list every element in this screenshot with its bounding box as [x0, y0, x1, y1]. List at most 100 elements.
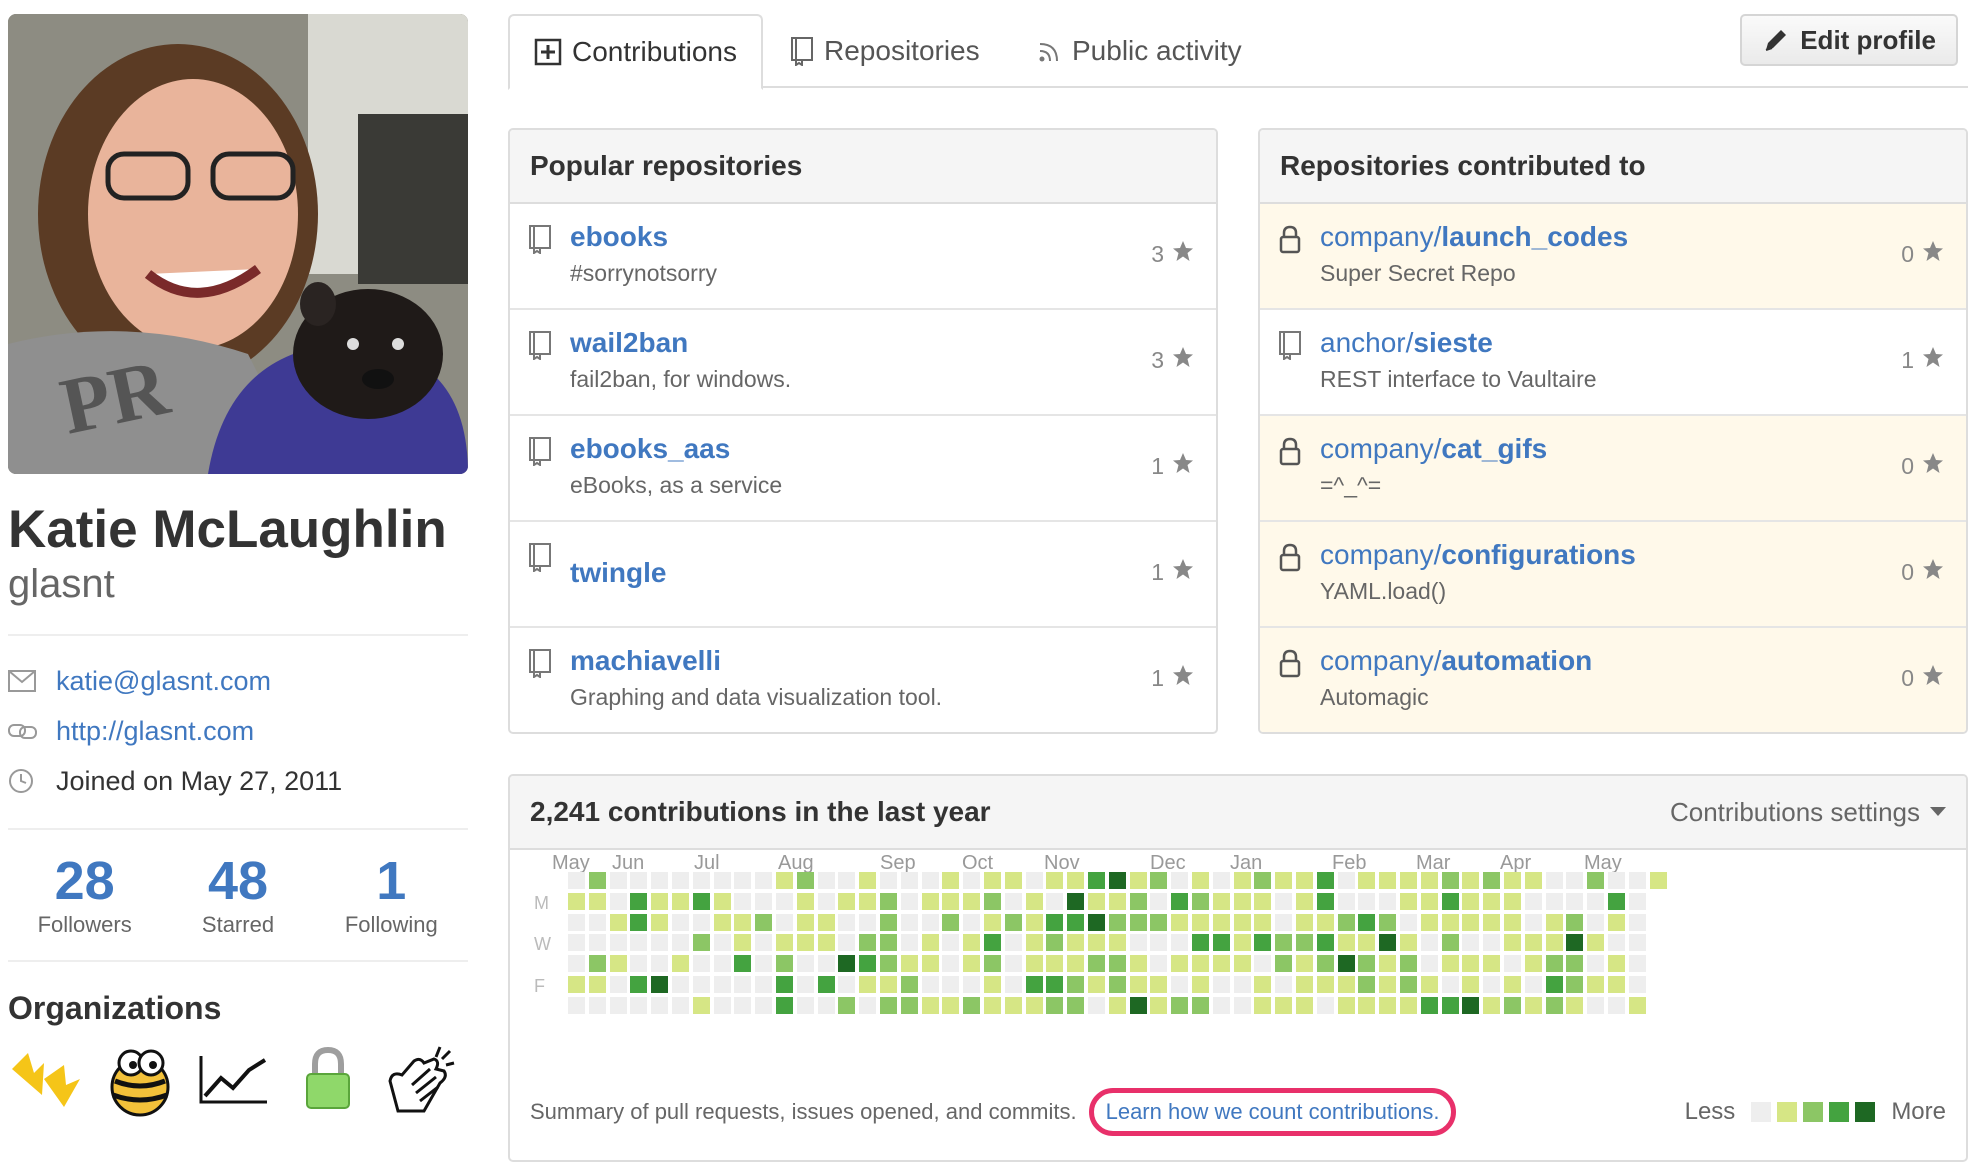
- calendar-day[interactable]: [1587, 955, 1605, 973]
- calendar-day[interactable]: [1108, 892, 1126, 910]
- calendar-day[interactable]: [1587, 872, 1605, 889]
- calendar-day[interactable]: [1046, 934, 1064, 952]
- calendar-day[interactable]: [1462, 976, 1480, 993]
- chart-icon[interactable]: [196, 1041, 272, 1117]
- calendar-day[interactable]: [1046, 955, 1064, 973]
- calendar-day[interactable]: [609, 934, 627, 952]
- calendar-day[interactable]: [734, 955, 752, 973]
- calendar-day[interactable]: [776, 955, 793, 973]
- calendar-day[interactable]: [1358, 955, 1376, 973]
- calendar-day[interactable]: [880, 892, 897, 910]
- calendar-day[interactable]: [1316, 934, 1334, 952]
- calendar-day[interactable]: [1296, 955, 1313, 973]
- calendar-day[interactable]: [1545, 892, 1563, 910]
- calendar-day[interactable]: [755, 976, 773, 993]
- calendar-day[interactable]: [1088, 955, 1105, 973]
- calendar-day[interactable]: [838, 872, 856, 889]
- calendar-day[interactable]: [1004, 955, 1022, 973]
- calendar-day[interactable]: [1337, 934, 1355, 952]
- calendar-day[interactable]: [1296, 872, 1313, 889]
- calendar-day[interactable]: [1233, 934, 1251, 952]
- calendar-day[interactable]: [1212, 955, 1230, 973]
- calendar-day[interactable]: [880, 872, 897, 889]
- calendar-day[interactable]: [1254, 976, 1272, 993]
- calendar-day[interactable]: [963, 934, 981, 952]
- calendar-day[interactable]: [776, 976, 793, 993]
- calendar-day[interactable]: [1608, 892, 1625, 910]
- learn-contributions-link[interactable]: Learn how we count contributions.: [1088, 1088, 1457, 1136]
- calendar-day[interactable]: [1420, 955, 1438, 973]
- calendar-day[interactable]: [651, 996, 669, 1014]
- calendar-day[interactable]: [1316, 996, 1334, 1014]
- calendar-day[interactable]: [1379, 955, 1397, 973]
- calendar-day[interactable]: [1316, 892, 1334, 910]
- tab-repositories[interactable]: Repositories: [790, 14, 980, 88]
- calendar-day[interactable]: [1483, 934, 1501, 952]
- calendar-day[interactable]: [692, 913, 710, 931]
- calendar-day[interactable]: [1129, 955, 1147, 973]
- calendar-day[interactable]: [1254, 892, 1272, 910]
- calendar-day[interactable]: [588, 934, 606, 952]
- calendar-day[interactable]: [1192, 976, 1209, 993]
- calendar-day[interactable]: [1254, 934, 1272, 952]
- calendar-day[interactable]: [1192, 955, 1209, 973]
- calendar-day[interactable]: [672, 913, 689, 931]
- calendar-day[interactable]: [1129, 976, 1147, 993]
- calendar-day[interactable]: [1483, 996, 1501, 1014]
- repo-stars[interactable]: 0: [1901, 240, 1944, 268]
- repo-stars[interactable]: 1: [1901, 346, 1944, 374]
- calendar-day[interactable]: [1462, 892, 1480, 910]
- calendar-day[interactable]: [1379, 976, 1397, 993]
- calendar-day[interactable]: [1628, 996, 1646, 1014]
- calendar-day[interactable]: [984, 976, 1001, 993]
- calendar-day[interactable]: [796, 934, 814, 952]
- repo-stars[interactable]: 0: [1901, 558, 1944, 586]
- calendar-day[interactable]: [817, 996, 835, 1014]
- calendar-day[interactable]: [755, 892, 773, 910]
- calendar-day[interactable]: [1379, 996, 1397, 1014]
- calendar-day[interactable]: [651, 934, 669, 952]
- repo-stars[interactable]: 1: [1151, 452, 1194, 480]
- calendar-day[interactable]: [672, 976, 689, 993]
- calendar-day[interactable]: [1524, 872, 1542, 889]
- calendar-day[interactable]: [1296, 996, 1313, 1014]
- repo-link[interactable]: ebooks: [570, 221, 668, 252]
- calendar-day[interactable]: [1441, 996, 1459, 1014]
- calendar-day[interactable]: [1088, 934, 1105, 952]
- calendar-day[interactable]: [713, 976, 731, 993]
- calendar-day[interactable]: [776, 996, 793, 1014]
- calendar-day[interactable]: [817, 892, 835, 910]
- calendar-day[interactable]: [1628, 913, 1646, 931]
- calendar-day[interactable]: [672, 892, 689, 910]
- calendar-day[interactable]: [609, 955, 627, 973]
- calendar-day[interactable]: [1566, 872, 1584, 889]
- calendar-day[interactable]: [1566, 955, 1584, 973]
- calendar-day[interactable]: [1420, 872, 1438, 889]
- calendar-day[interactable]: [588, 913, 606, 931]
- calendar-day[interactable]: [1150, 913, 1168, 931]
- calendar-day[interactable]: [984, 955, 1001, 973]
- calendar-day[interactable]: [755, 934, 773, 952]
- calendar-day[interactable]: [838, 913, 856, 931]
- calendar-day[interactable]: [1441, 872, 1459, 889]
- calendar-day[interactable]: [1233, 976, 1251, 993]
- calendar-day[interactable]: [1379, 892, 1397, 910]
- calendar-day[interactable]: [1025, 996, 1043, 1014]
- calendar-day[interactable]: [1379, 934, 1397, 952]
- calendar-day[interactable]: [963, 976, 981, 993]
- calendar-day[interactable]: [1025, 976, 1043, 993]
- calendar-day[interactable]: [1088, 913, 1105, 931]
- calendar-day[interactable]: [1420, 913, 1438, 931]
- calendar-day[interactable]: [776, 934, 793, 952]
- calendar-day[interactable]: [880, 996, 897, 1014]
- calendar-day[interactable]: [1545, 872, 1563, 889]
- calendar-day[interactable]: [588, 955, 606, 973]
- calendar-day[interactable]: [1483, 955, 1501, 973]
- calendar-day[interactable]: [1462, 872, 1480, 889]
- calendar-day[interactable]: [1400, 955, 1417, 973]
- calendar-day[interactable]: [942, 872, 960, 889]
- calendar-day[interactable]: [1587, 996, 1605, 1014]
- email-link[interactable]: katie@glasnt.com: [56, 666, 271, 697]
- calendar-day[interactable]: [1067, 934, 1085, 952]
- calendar-day[interactable]: [734, 996, 752, 1014]
